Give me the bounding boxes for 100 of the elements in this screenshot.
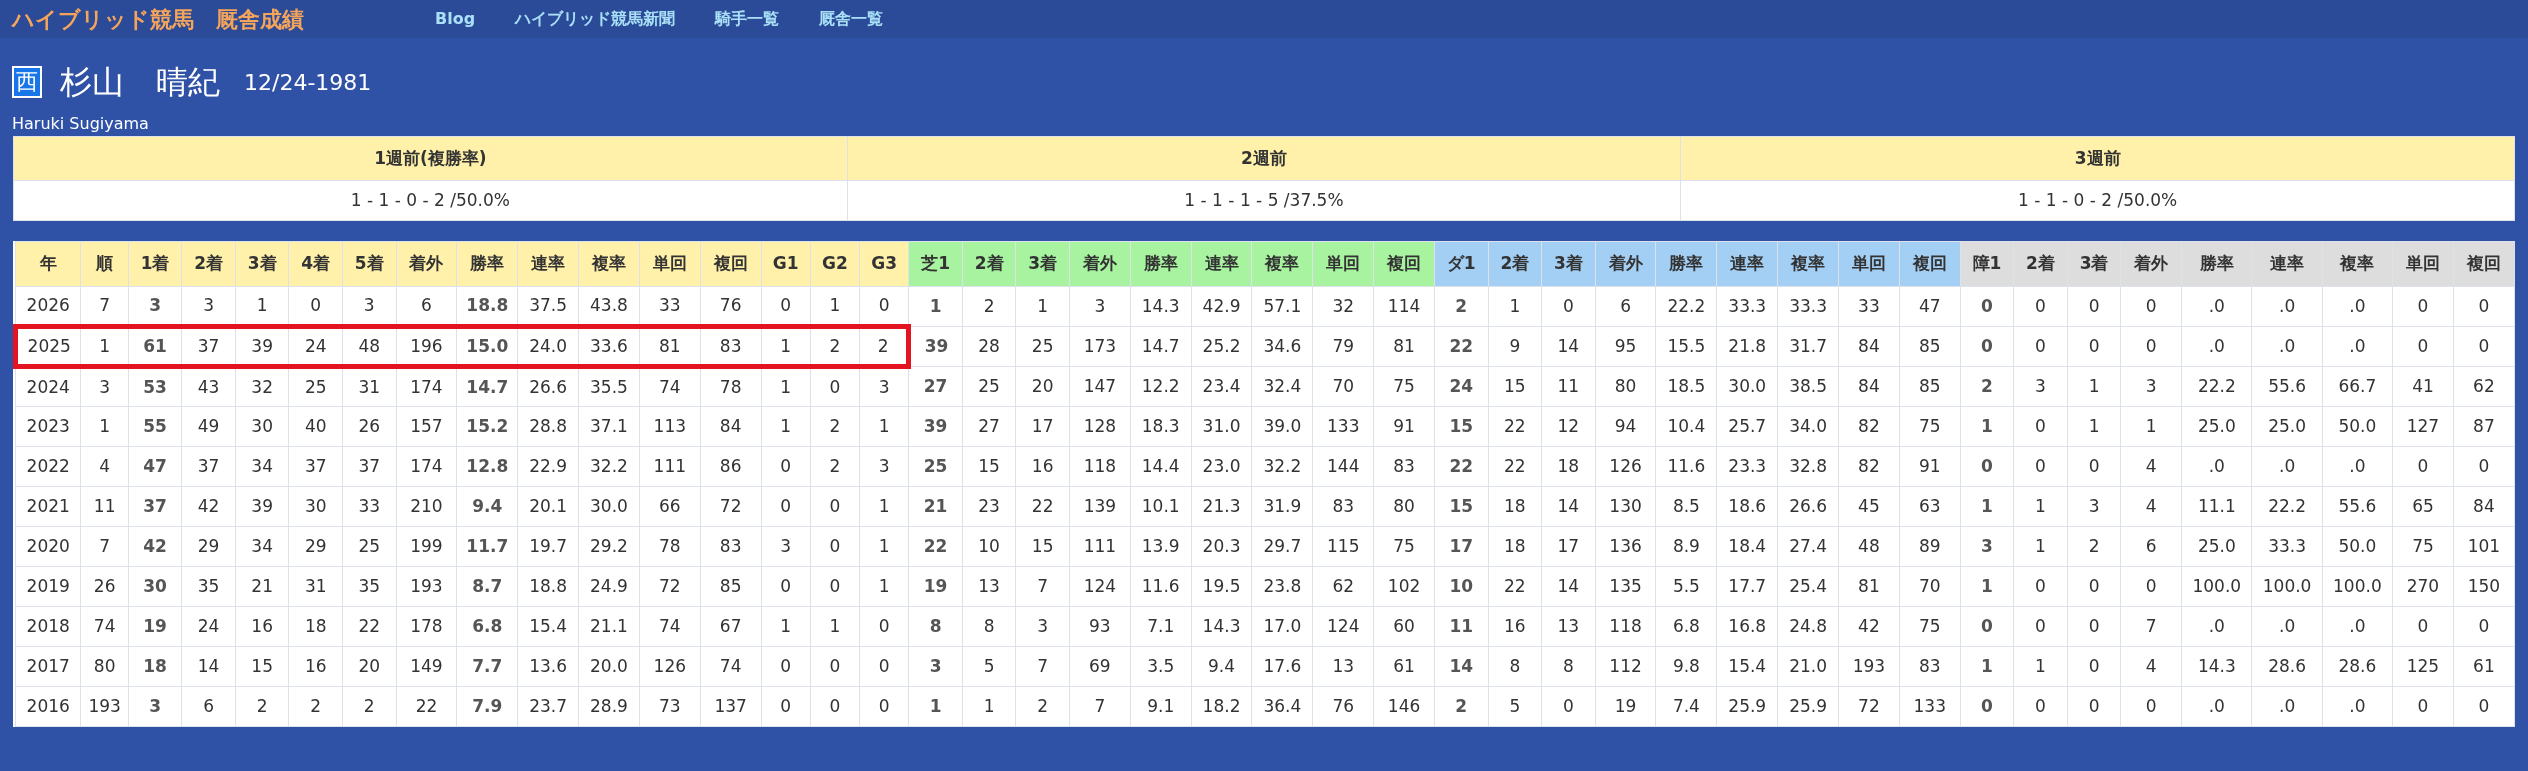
table-cell: 86 bbox=[700, 446, 762, 487]
table-cell: 3 bbox=[1015, 606, 1070, 647]
column-header: 連率 bbox=[517, 241, 579, 287]
table-cell: 25.0 bbox=[2251, 406, 2323, 447]
table-cell: 100.0 bbox=[2322, 566, 2393, 607]
table-cell: 126 bbox=[1595, 446, 1656, 487]
table-cell: 0 bbox=[2013, 406, 2068, 447]
table-cell: 30.0 bbox=[1716, 366, 1778, 407]
column-header: 2着 bbox=[2013, 241, 2068, 287]
table-cell: 3 bbox=[761, 526, 811, 567]
table-cell: 16 bbox=[288, 646, 343, 687]
table-cell: 14 bbox=[1434, 646, 1489, 687]
table-cell: 3 bbox=[80, 366, 129, 407]
table-cell: 31.7 bbox=[1777, 326, 1839, 367]
table-cell: 12 bbox=[1541, 406, 1596, 447]
table-cell: 55 bbox=[128, 406, 182, 447]
table-cell: 32 bbox=[1312, 286, 1374, 327]
column-header: 年 bbox=[15, 241, 81, 287]
table-cell: 20 bbox=[1015, 366, 1070, 407]
table-cell: 27 bbox=[962, 406, 1016, 447]
table-cell: 3 bbox=[859, 366, 909, 407]
nav-link[interactable]: Blog bbox=[435, 7, 476, 31]
table-cell: 34.6 bbox=[1251, 326, 1313, 367]
table-cell: 8.9 bbox=[1656, 526, 1717, 567]
table-cell: 16.8 bbox=[1716, 606, 1778, 647]
nav-link[interactable]: 厩舎一覧 bbox=[819, 7, 884, 31]
table-cell: 21.1 bbox=[578, 606, 640, 647]
table-cell: 2 bbox=[288, 686, 343, 727]
table-cell: 47 bbox=[1899, 286, 1961, 327]
table-cell: 2019 bbox=[15, 566, 81, 607]
table-cell: 22.2 bbox=[2251, 486, 2323, 527]
table-cell: 6 bbox=[181, 686, 236, 727]
table-cell: 35.5 bbox=[578, 366, 640, 407]
table-cell: 0 bbox=[859, 606, 909, 647]
table-cell: 118 bbox=[1069, 446, 1131, 487]
table-cell: 55.6 bbox=[2251, 366, 2323, 407]
column-header: 複率 bbox=[578, 241, 640, 287]
table-cell: 0 bbox=[2013, 286, 2068, 327]
table-cell: 2026 bbox=[15, 286, 81, 327]
table-cell: 25.0 bbox=[2181, 526, 2252, 567]
table-cell: 2017 bbox=[15, 646, 81, 687]
table-cell: 1 bbox=[80, 326, 129, 367]
table-cell: 14 bbox=[181, 646, 236, 687]
table-cell: 3 bbox=[859, 446, 909, 487]
table-cell: .0 bbox=[2322, 446, 2393, 487]
nav-link[interactable]: ハイブリッド競馬新聞 bbox=[515, 7, 676, 31]
table-cell: 8 bbox=[962, 606, 1016, 647]
table-cell: 8.5 bbox=[1656, 486, 1717, 527]
table-cell: 0 bbox=[810, 366, 860, 407]
column-header: 3着 bbox=[2067, 241, 2121, 287]
table-cell: 72 bbox=[700, 486, 762, 527]
table-cell: .0 bbox=[2322, 606, 2393, 647]
table-cell: 100.0 bbox=[2181, 566, 2252, 607]
table-cell: 40 bbox=[288, 406, 343, 447]
table-cell: 0 bbox=[810, 646, 860, 687]
table-cell: 14.7 bbox=[456, 366, 518, 407]
column-header: 連率 bbox=[2251, 241, 2323, 287]
table-cell: 2020 bbox=[15, 526, 81, 567]
column-header: 複率 bbox=[1251, 241, 1313, 287]
table-cell: 33.3 bbox=[1716, 286, 1778, 327]
table-cell: 3.5 bbox=[1130, 646, 1192, 687]
table-cell: 2 bbox=[1960, 366, 2014, 407]
table-cell: .0 bbox=[2251, 286, 2323, 327]
table-cell: 14.4 bbox=[1130, 446, 1192, 487]
column-header: 複回 bbox=[1373, 241, 1435, 287]
table-cell: 1 bbox=[1960, 566, 2014, 607]
table-cell: 93 bbox=[1069, 606, 1131, 647]
table-cell: 1 bbox=[1960, 646, 2014, 687]
table-cell: 27.4 bbox=[1777, 526, 1839, 567]
table-cell: 38.5 bbox=[1777, 366, 1839, 407]
table-cell: 174 bbox=[396, 446, 457, 487]
column-header: 単回 bbox=[1838, 241, 1900, 287]
table-cell: 19.7 bbox=[517, 526, 579, 567]
table-cell: 0 bbox=[2067, 646, 2121, 687]
nav-link[interactable]: 騎手一覧 bbox=[715, 7, 780, 31]
table-cell: 15 bbox=[1434, 486, 1489, 527]
table-cell: 1 bbox=[761, 326, 811, 367]
column-header: 連率 bbox=[1716, 241, 1778, 287]
table-cell: 2 bbox=[342, 686, 397, 727]
table-cell: 2024 bbox=[15, 366, 81, 407]
table-cell: 28.6 bbox=[2251, 646, 2323, 687]
table-cell: 42 bbox=[181, 486, 236, 527]
column-header: 着外 bbox=[1069, 241, 1131, 287]
table-cell: 39 bbox=[235, 326, 289, 367]
table-cell: 20.3 bbox=[1191, 526, 1252, 567]
table-cell: 34 bbox=[235, 526, 289, 567]
table-cell: 173 bbox=[1069, 326, 1131, 367]
table-cell: 9.4 bbox=[1191, 646, 1252, 687]
table-cell: 22 bbox=[342, 606, 397, 647]
table-cell: 0 bbox=[810, 566, 860, 607]
table-cell: 95 bbox=[1595, 326, 1656, 367]
table-cell: 63 bbox=[1899, 486, 1961, 527]
table-cell: 0 bbox=[810, 526, 860, 567]
table-cell: 1 bbox=[962, 686, 1016, 727]
table-cell: 157 bbox=[396, 406, 457, 447]
table-cell: 0 bbox=[2013, 566, 2068, 607]
table-cell: 144 bbox=[1312, 446, 1374, 487]
romaji-name: Haruki Sugiyama bbox=[12, 114, 149, 133]
table-cell: 0 bbox=[2120, 566, 2182, 607]
table-cell: 85 bbox=[1899, 366, 1961, 407]
